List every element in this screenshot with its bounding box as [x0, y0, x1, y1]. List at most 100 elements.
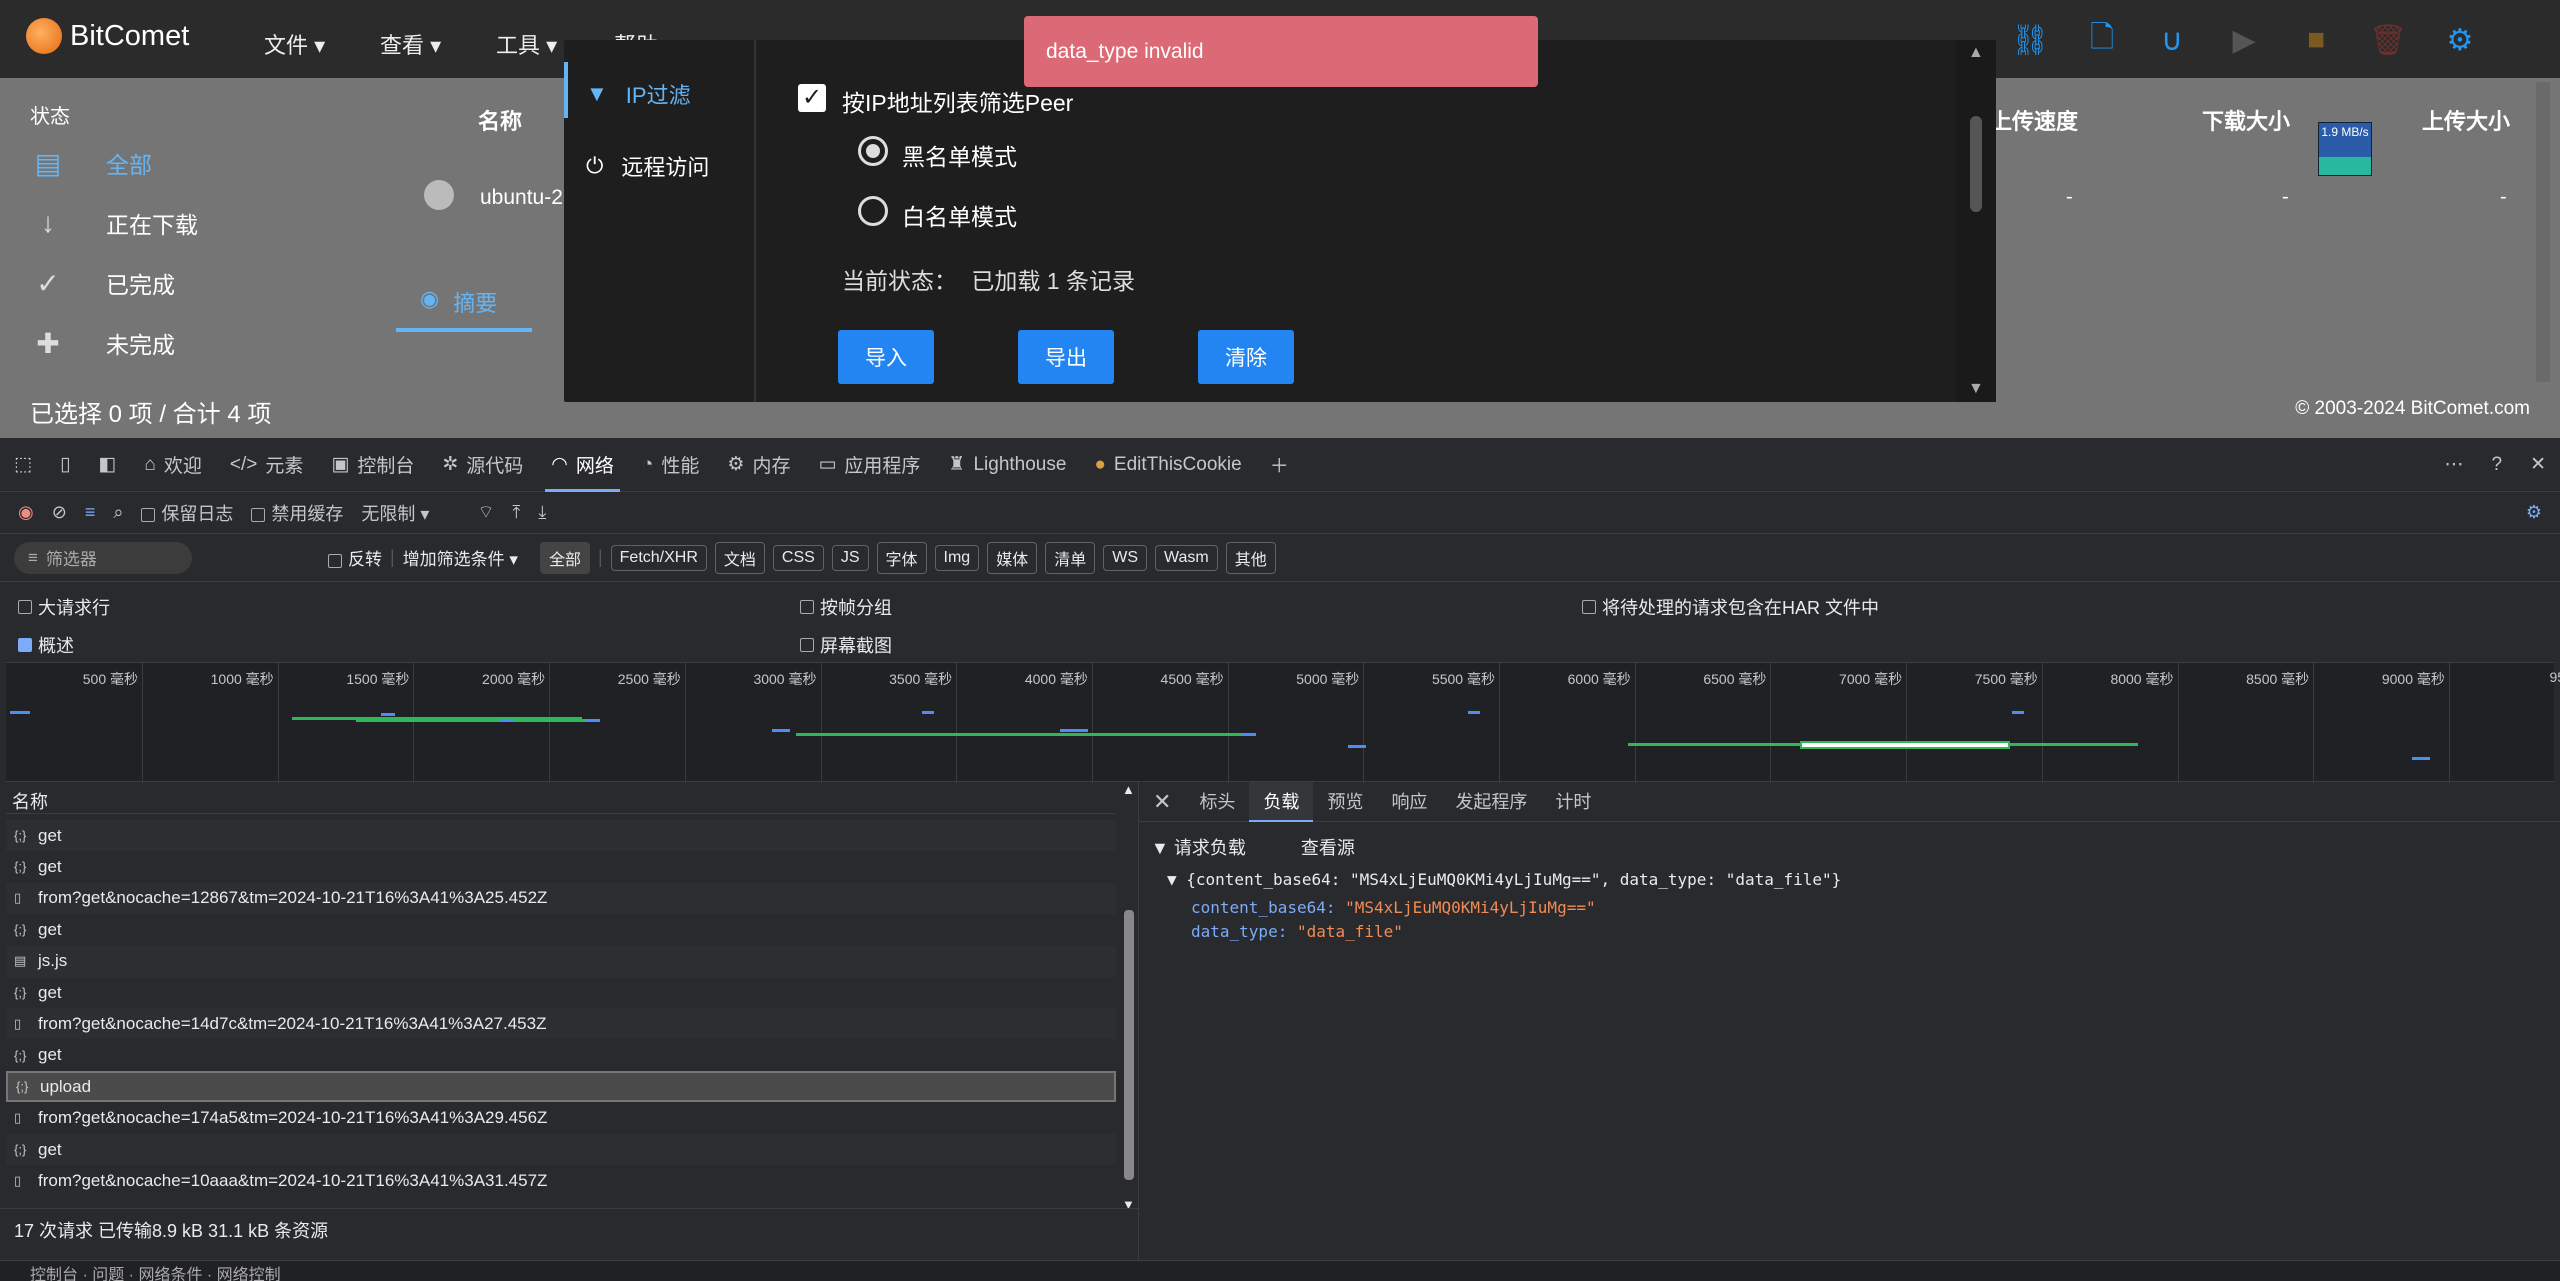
stop-icon[interactable]: ■: [2294, 18, 2338, 62]
record-icon[interactable]: ◉: [18, 502, 34, 523]
blacklist-radio[interactable]: [858, 136, 888, 166]
scroll-up-icon[interactable]: ▲: [1968, 44, 1984, 62]
type-filter-css[interactable]: CSS: [772, 544, 824, 571]
type-filter-wasm[interactable]: Wasm: [1155, 544, 1218, 571]
type-filter-fetch[interactable]: Fetch/XHR: [610, 544, 707, 571]
col-download-size-header[interactable]: 下载大小: [2202, 104, 2290, 136]
list-scrollbar[interactable]: [2536, 82, 2550, 382]
request-row[interactable]: ▯ from?get&nocache=14d7c&tm=2024-10-21T16…: [6, 1008, 1116, 1040]
type-filter-media[interactable]: 媒体: [987, 541, 1038, 574]
export-har-icon[interactable]: ⤓: [538, 502, 546, 523]
group-by-frame-option[interactable]: 按帧分组: [800, 594, 892, 620]
inspect-icon[interactable]: ⬚: [0, 438, 46, 492]
add-file-icon[interactable]: 🗋: [2080, 18, 2124, 62]
delete-icon[interactable]: 🗑: [2366, 18, 2410, 62]
clear-icon[interactable]: ⊘: [52, 502, 67, 523]
add-tab-icon[interactable]: ＋: [1256, 438, 1303, 492]
export-button[interactable]: 导出: [1018, 330, 1114, 384]
tab-performance[interactable]: ◔ 性能: [628, 438, 714, 492]
request-row[interactable]: ▯ from?get&nocache=12867&tm=2024-10-21T16…: [6, 882, 1116, 914]
settings-icon[interactable]: ⚙: [2438, 18, 2482, 62]
disable-cache[interactable]: 禁用缓存: [251, 500, 343, 526]
network-overview[interactable]: 500 毫秒 1000 毫秒 1500 毫秒 2000 毫秒 2500 毫秒 3000 毫…: [6, 662, 2560, 783]
col-name-header[interactable]: 名称: [478, 104, 522, 136]
close-icon[interactable]: ✕: [2516, 438, 2560, 492]
col-upload-size-header[interactable]: 上传大小: [2422, 104, 2510, 136]
tab-network[interactable]: ◠ 网络: [537, 438, 628, 492]
screenshots-option[interactable]: 屏幕截图: [800, 632, 892, 658]
overview-option[interactable]: 概述: [18, 632, 74, 658]
sidebar-item-completed[interactable]: ✓ 已完成: [30, 266, 175, 300]
nav-remote-access[interactable]: ⏻ 远程访问: [586, 150, 709, 182]
menu-view[interactable]: 查看 ▾: [380, 28, 441, 60]
request-row[interactable]: ▤ js.js: [6, 945, 1116, 977]
filter-toggle-icon[interactable]: ≡: [85, 502, 96, 523]
name-column-header[interactable]: 名称: [6, 782, 1116, 814]
sidebar-item-downloading[interactable]: ↓ 正在下载: [30, 206, 198, 240]
preserve-log[interactable]: 保留日志: [141, 500, 233, 526]
type-filter-doc[interactable]: 文档: [714, 541, 765, 574]
request-row[interactable]: {;} upload: [6, 1071, 1116, 1103]
type-filter-js[interactable]: JS: [831, 544, 869, 571]
type-filter-manifest[interactable]: 清单: [1045, 541, 1096, 574]
scroll-up-icon[interactable]: ▲: [1122, 782, 1135, 797]
sidebar-item-incomplete[interactable]: ✚ 未完成: [30, 326, 175, 360]
view-source-link[interactable]: 查看源: [1301, 838, 1355, 858]
request-row[interactable]: ▯ from?get&nocache=10aaa&tm=2024-10-21T16…: [6, 1165, 1116, 1196]
torrent-name[interactable]: ubuntu-2: [480, 186, 563, 210]
sidebar-item-all[interactable]: ▤ 全部: [30, 146, 152, 180]
type-filter-other[interactable]: 其他: [1225, 541, 1276, 574]
import-har-icon[interactable]: ⤒: [512, 502, 520, 523]
type-filter-ws[interactable]: WS: [1103, 544, 1147, 571]
tab-application[interactable]: ▭ 应用程序: [804, 438, 934, 492]
menu-tools[interactable]: 工具 ▾: [496, 28, 557, 60]
request-row[interactable]: {;} get: [6, 1134, 1116, 1165]
request-row[interactable]: {;} get: [6, 977, 1116, 1008]
tab-welcome[interactable]: ⌂ 欢迎: [130, 438, 216, 492]
big-rows-option[interactable]: 大请求行: [18, 594, 110, 620]
nav-ip-filter[interactable]: ▼ IP过滤: [586, 78, 691, 110]
tab-memory[interactable]: ⚙ 内存: [713, 438, 804, 492]
network-conditions-icon[interactable]: ⌔: [477, 501, 494, 524]
tab-initiator[interactable]: 发起程序: [1441, 782, 1541, 822]
clear-button[interactable]: 清除: [1198, 330, 1294, 384]
tab-editthiscookie[interactable]: ● EditThisCookie: [1080, 438, 1255, 492]
device-toggle-icon[interactable]: ▯: [46, 438, 84, 492]
tab-sources[interactable]: ✲ 源代码: [428, 438, 537, 492]
tab-lighthouse[interactable]: ♜ Lighthouse: [934, 438, 1080, 492]
start-icon[interactable]: ▶: [2222, 18, 2266, 62]
scroll-thumb[interactable]: [1124, 910, 1134, 1180]
type-filter-img[interactable]: Img: [934, 544, 980, 571]
request-row[interactable]: {;} get: [6, 851, 1116, 882]
magnet-icon[interactable]: ∪: [2150, 18, 2194, 62]
tab-console[interactable]: ▣ 控制台: [317, 438, 428, 492]
tab-preview[interactable]: 预览: [1313, 782, 1377, 822]
more-filters-dropdown[interactable]: 增加筛选条件 ▾: [403, 545, 518, 570]
import-button[interactable]: 导入: [838, 330, 934, 384]
har-pending-option[interactable]: 将待处理的请求包含在HAR 文件中: [1582, 594, 1879, 620]
scroll-down-icon[interactable]: ▼: [1968, 380, 1984, 398]
network-settings-icon[interactable]: ⚙: [2526, 502, 2542, 523]
request-row[interactable]: ▯ from?get&nocache=174a5&tm=2024-10-21T16…: [6, 1103, 1116, 1134]
request-row[interactable]: {;} get: [6, 1040, 1116, 1071]
whitelist-radio[interactable]: [858, 196, 888, 226]
dialog-scrollbar[interactable]: ▲ ▼: [1956, 40, 1996, 402]
search-icon[interactable]: ⌕: [113, 502, 123, 523]
dock-icon[interactable]: ◧: [84, 438, 130, 492]
throttle-select[interactable]: 无限制 ▾: [361, 500, 429, 526]
filter-input[interactable]: ≡ 筛选器: [14, 541, 192, 574]
tab-timing[interactable]: 计时: [1541, 782, 1605, 822]
type-filter-all[interactable]: 全部: [539, 541, 590, 574]
tab-summary[interactable]: ◉ 摘要: [420, 286, 497, 318]
menu-file[interactable]: 文件 ▾: [264, 28, 325, 60]
scroll-thumb[interactable]: [1970, 116, 1982, 212]
tab-headers[interactable]: 标头: [1185, 782, 1249, 822]
help-icon[interactable]: ?: [2478, 438, 2517, 492]
request-row[interactable]: {;} get: [6, 820, 1116, 851]
ip-filter-checkbox[interactable]: ✓: [798, 84, 826, 112]
request-list-scrollbar[interactable]: ▲ ▼: [1120, 782, 1138, 1212]
add-link-icon[interactable]: ⛓: [2008, 18, 2052, 62]
tab-payload[interactable]: 负载: [1249, 781, 1314, 822]
tab-elements[interactable]: </> 元素: [216, 438, 318, 492]
col-upload-speed-header[interactable]: 上传速度: [1990, 104, 2078, 136]
